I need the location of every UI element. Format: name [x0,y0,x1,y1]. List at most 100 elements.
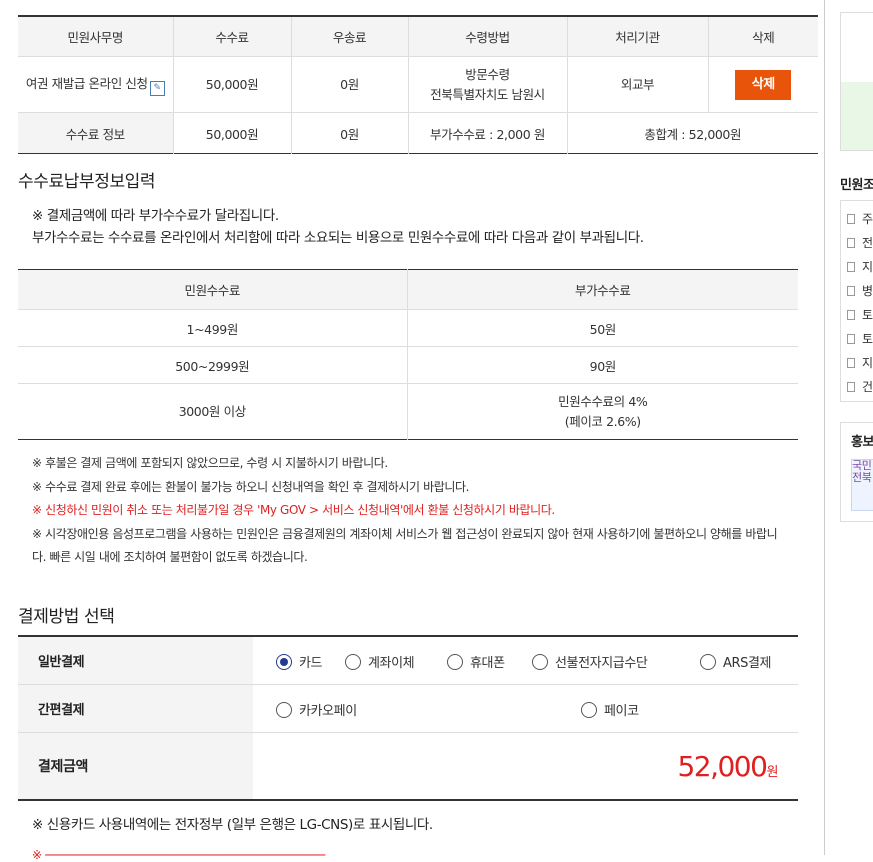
sidebar-list-item[interactable]: 전 [847,234,873,251]
note-item: 다. 빠른 시일 내에 조치하여 불편함이 없도록 하겠습니다. [32,550,308,565]
sidebar-list-item[interactable]: 주 [847,210,873,227]
promo-title: 홍보 [851,435,873,450]
notice-line: ※ 결제금액에 따라 부가수수료가 달라집니다. [32,208,279,224]
radio-account-transfer[interactable]: 계좌이체 [345,652,415,671]
surcharge-notice: ※ 결제금액에 따라 부가수수료가 달라집니다. 부가수수료는 수수료를 온라인… [32,205,644,249]
promo-box: 홍보 국민 전북 [840,422,873,522]
amount-value: 52,000 [677,749,767,783]
receipt-method: 방문수령 [465,66,510,82]
receipt-method-cell: 방문수령전북특별자치도 남원시 [407,56,567,113]
fee-range: 500~2999원 [18,346,407,384]
payment-info-title: 수수료납부정보입력 [18,172,156,192]
note-item: ※ 후불은 결제 금액에 포함되지 않았으므로, 수령 시 지불하시기 바랍니다… [32,456,388,470]
civil-service-name: 여권 재발급 온라인 신청 ✎ [18,56,173,113]
radio-mobile[interactable]: 휴대폰 [447,652,505,671]
sidebar-list-item[interactable]: 지 [847,354,873,371]
payment-amount-label: 결제금액 [18,732,253,800]
sidebar-list-item[interactable]: 토 [847,330,873,347]
radio-kakaopay[interactable]: 카카오페이 [276,700,357,719]
fee-range: 3000원 이상 [178,403,246,419]
sidebar-section-title: 민원조 [840,178,873,193]
sidebar-box [840,12,873,151]
postage-cell: 0원 [290,56,408,113]
document-icon [847,381,855,392]
payment-amount-row: 결제금액 52,000원 [18,732,798,801]
note-item: ※ 시각장애인용 음성프로그램을 사용하는 민원인은 금융결제원의 계좌이체 서… [32,526,778,541]
table-row: 1~499원 50원 [18,309,798,347]
document-icon [847,237,855,248]
table-row: 3000원 이상 민원수수료의 4% (페이코 2.6%) [18,383,798,440]
sidebar-divider [824,0,825,855]
note-item: ※ 수수료 결제 완료 후에는 환불이 불가능 하오니 신청내역을 확인 후 결… [32,479,470,494]
surcharge-rate-payco: (페이코 2.6%) [564,413,641,429]
simple-payment-label: 간편결제 [18,684,253,733]
document-icon [847,213,855,224]
fee-table-header: 민원사무명 수수료 우송료 수령방법 처리기관 삭제 [18,16,818,57]
receipt-location: 전북특별자치도 남원시 [430,86,545,102]
document-icon [847,333,855,344]
delete-cell: 삭제 [707,56,818,113]
surcharge-table-header: 민원수수료 부가수수료 [18,269,798,310]
notes-list: ※ 후불은 결제 금액에 포함되지 않았으므로, 수령 시 지불하시기 바랍니다… [32,452,792,570]
simple-payment-row: 간편결제 카카오페이 페이코 [18,684,798,733]
amount-unit: 원 [766,764,778,780]
radio-icon [276,701,292,718]
sidebar-list-item[interactable]: 토 [847,306,873,323]
general-payment-row: 일반결제 카드 계좌이체 휴대폰 선불전자지급수단 ARS결제 [18,636,798,685]
summary-surcharge: 부가수수료 : 2,000 원 [407,112,567,154]
card-statement-notice: ※ 신용카드 사용내역에는 전자정부 (일부 은행은 LG-CNS)로 표시됩니… [32,817,433,833]
sidebar-list-item[interactable]: 병 [847,282,873,299]
radio-icon [532,653,548,670]
surcharge-value: 90원 [406,346,798,384]
surcharge-rate: 민원수수료의 4% [558,393,648,409]
fee-range: 1~499원 [18,309,407,347]
header-cell: 수수료 [172,16,291,57]
surcharge-value: 민원수수료의 4% (페이코 2.6%) [406,383,798,440]
radio-icon [700,653,716,670]
summary-fee: 50,000원 [172,112,291,154]
header-cell: 수령방법 [407,16,567,57]
header-cell: 삭제 [707,16,818,57]
fee-table: 민원사무명 수수료 우송료 수령방법 처리기관 삭제 여권 재발급 온라인 신청… [18,15,818,154]
payment-amount: 52,000원 [253,733,798,801]
radio-icon [345,653,361,670]
radio-ars[interactable]: ARS결제 [700,652,772,671]
notice-line: 부가수수료는 수수료를 온라인에서 처리함에 따라 소요되는 비용으로 민원수수… [32,230,644,246]
edit-icon[interactable]: ✎ [149,80,165,96]
header-cell: 우송료 [290,16,408,57]
simple-payment-options: 카카오페이 페이코 [253,684,798,733]
payment-method-title: 결제방법 선택 [18,607,115,627]
surcharge-table: 민원수수료 부가수수료 1~499원 50원 500~2999원 90원 300… [18,269,798,440]
fee-info-label: 수수료 정보 [18,112,173,154]
table-row: 500~2999원 90원 [18,346,798,384]
header-cell: 민원사무명 [18,16,173,57]
agency-cell: 외교부 [566,56,708,113]
radio-icon [581,701,597,718]
sidebar-list-item[interactable]: 지 [847,258,873,275]
header-cell: 처리기관 [566,16,708,57]
summary-postage: 0원 [290,112,408,154]
radio-payco[interactable]: 페이코 [581,700,639,719]
radio-prepaid[interactable]: 선불전자지급수단 [532,652,648,671]
sidebar-list-item[interactable]: 건 [847,378,873,395]
general-payment-options: 카드 계좌이체 휴대폰 선불전자지급수단 ARS결제 [253,636,798,685]
payment-method-table: 일반결제 카드 계좌이체 휴대폰 선불전자지급수단 ARS결제 간편결제 카카오… [18,635,798,801]
header-cell: 민원수수료 [18,269,407,310]
fee-summary-row: 수수료 정보 50,000원 0원 부가수수료 : 2,000 원 총합계 : … [18,112,818,154]
document-icon [847,285,855,296]
header-cell: 부가수수료 [406,269,798,310]
fee-cell: 50,000원 [172,56,291,113]
radio-selected-icon [276,653,292,670]
document-icon [847,357,855,368]
summary-total: 총합계 : 52,000원 [566,112,818,154]
note-item-refund: ※ 신청하신 민원이 취소 또는 처리불가일 경우 'My GOV > 서비스 … [32,503,555,518]
table-row: 여권 재발급 온라인 신청 ✎ 50,000원 0원 방문수령전북특별자치도 남원… [18,56,818,113]
delete-button[interactable]: 삭제 [735,69,792,100]
general-payment-label: 일반결제 [18,636,253,685]
cut-off-red-text: ※ ──────────────────────────────────────… [32,848,325,862]
radio-card[interactable]: 카드 [276,652,323,671]
sidebar-list: 주 전 지 병 토 토 지 건 [840,200,873,402]
document-icon [847,309,855,320]
document-icon [847,261,855,272]
promo-banner[interactable]: 국민 전북 [851,459,873,511]
